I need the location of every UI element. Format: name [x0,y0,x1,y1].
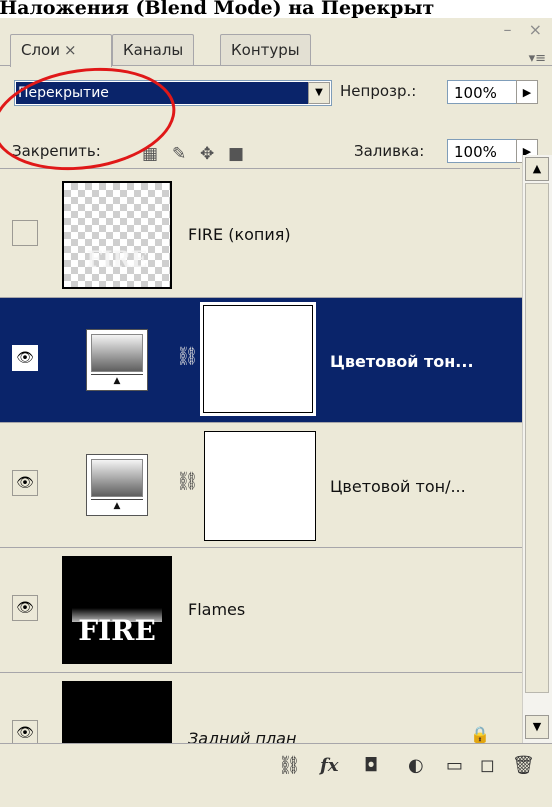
gradient-preview [91,334,143,372]
layer-row[interactable]: FIRE FIRE (копия) [0,173,522,298]
layer-thumbnail: FIRE [62,556,172,664]
layers-toolbar: ⛓ fx ◘ ◐ ▭ ◻ 🗑 [0,743,552,790]
fill-input[interactable]: 100% [447,139,517,163]
trash-icon[interactable]: 🗑 [512,756,535,776]
layer-row[interactable]: 👁 ▲ ⛓ Цветовой тон... [0,298,522,423]
adjustment-icon: ▲ [86,454,148,516]
layer-thumbnail: FIRE [62,181,172,289]
layer-name[interactable]: FIRE (копия) [188,225,291,244]
lock-icon: 🔒 [470,725,490,744]
link-layers-icon[interactable]: ⛓ [278,756,301,776]
layer-name[interactable]: Цветовой тон/... [330,477,466,496]
tab-channels-label: Каналы [123,41,184,59]
visibility-toggle[interactable] [12,220,38,246]
blend-mode-select[interactable]: Перекрытие ▼ [14,80,332,106]
lock-label: Закрепить: [12,142,101,160]
new-group-icon[interactable]: ▭ [446,756,463,776]
thumbnail-text: FIRE [78,614,156,647]
tab-close-icon[interactable]: × [64,41,77,59]
link-icon[interactable]: ⛓ [176,346,199,367]
fx-icon[interactable]: fx [320,756,338,776]
tab-paths[interactable]: Контуры [220,34,311,65]
panel-menu-icon[interactable]: ▾≡ [529,51,546,66]
gradient-preview [91,459,143,497]
toolbar-divider [0,168,520,169]
tab-paths-label: Контуры [231,41,300,59]
layers-panel: – × Слои × Каналы Контуры ▾≡ Перекрытие ▼… [0,18,552,807]
eye-icon[interactable]: 👁 [12,595,38,621]
opacity-input[interactable]: 100% [447,80,517,104]
slider-triangle-icon: ▲ [113,501,121,511]
opacity-label: Непрозр.: [340,82,417,100]
layer-name[interactable]: Цветовой тон... [330,352,474,371]
slider-triangle-icon: ▲ [113,376,121,386]
lock-image-icon[interactable]: ✎ [172,144,186,164]
gradient-baseline [91,374,143,375]
layer-name[interactable]: Flames [188,600,245,619]
tab-channels[interactable]: Каналы [112,34,195,65]
fill-label: Заливка: [354,142,425,160]
chevron-down-icon[interactable]: ▼ [308,82,330,104]
lock-transparency-icon[interactable]: ▦ [142,144,158,164]
layer-mask-thumbnail[interactable] [200,302,316,416]
layers-scrollbar[interactable]: ▲ ▼ [522,155,552,743]
link-icon[interactable]: ⛓ [176,471,199,492]
lock-position-icon[interactable]: ✥ [200,144,214,164]
adjustment-layer-icon[interactable]: ◐ [408,756,424,776]
layer-row[interactable]: 👁 ▲ ⛓ Цветовой тон/... [0,423,522,548]
scroll-down-icon[interactable]: ▼ [525,715,549,739]
lock-all-icon[interactable]: ■ [228,144,244,164]
minimize-icon[interactable]: – [504,20,518,39]
scroll-up-icon[interactable]: ▲ [525,157,549,181]
add-mask-icon[interactable]: ◘ [364,756,378,776]
opacity-arrow-icon[interactable]: ▶ [516,80,538,104]
layer-mask-thumbnail[interactable] [204,431,316,541]
blend-mode-value: Перекрытие [16,82,309,104]
thumbnail-text: FIRE [86,247,148,273]
layer-row[interactable]: 👁 FIRE Flames [0,548,522,673]
adjustment-icon: ▲ [86,329,148,391]
window-controls: – × [504,20,549,39]
scroll-thumb[interactable] [525,183,549,693]
eye-icon[interactable]: 👁 [12,345,38,371]
gradient-baseline [91,499,143,500]
tab-layers[interactable]: Слои × [10,34,112,67]
eye-icon[interactable]: 👁 [12,470,38,496]
close-icon[interactable]: × [529,20,548,39]
layers-list: FIRE FIRE (копия) 👁 ▲ ⛓ Цветовой тон... … [0,173,522,761]
new-layer-icon[interactable]: ◻ [480,756,495,776]
tab-layers-label: Слои [21,41,60,59]
